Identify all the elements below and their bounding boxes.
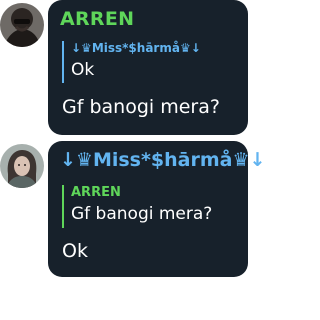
message-bubble-miss-sharma[interactable]: ↓♛Miss*$hārmå♛↓ ARREN Gf banogi mera? Ok	[48, 141, 265, 277]
avatar-miss-sharma[interactable]	[0, 144, 44, 188]
message-text: Ok	[62, 240, 88, 262]
reply-quote[interactable]: ↓♛Miss*$hārmå♛↓ Ok	[62, 41, 236, 83]
reply-quote[interactable]: ARREN Gf banogi mera?	[62, 185, 236, 228]
avatar-miss-sharma-image	[0, 144, 44, 188]
reply-sender-name: ↓♛Miss*$hārmå♛↓	[71, 41, 201, 55]
avatar-arren-image	[0, 3, 44, 47]
avatar-arren[interactable]	[0, 3, 44, 47]
message-text: Gf banogi mera?	[62, 96, 220, 118]
message-bubble-arren[interactable]: ARREN ↓♛Miss*$hārmå♛↓ Ok Gf banogi mera?	[48, 0, 248, 135]
chat-screenshot: ARREN ↓♛Miss*$hārmå♛↓ Ok Gf banogi mera?…	[0, 0, 265, 320]
reply-text: Gf banogi mera?	[71, 204, 213, 224]
sender-name[interactable]: ↓♛Miss*$hārmå♛↓	[60, 149, 265, 171]
reply-sender-name: ARREN	[71, 185, 121, 200]
sender-name[interactable]: ARREN	[60, 8, 134, 30]
reply-text: Ok	[71, 60, 95, 80]
